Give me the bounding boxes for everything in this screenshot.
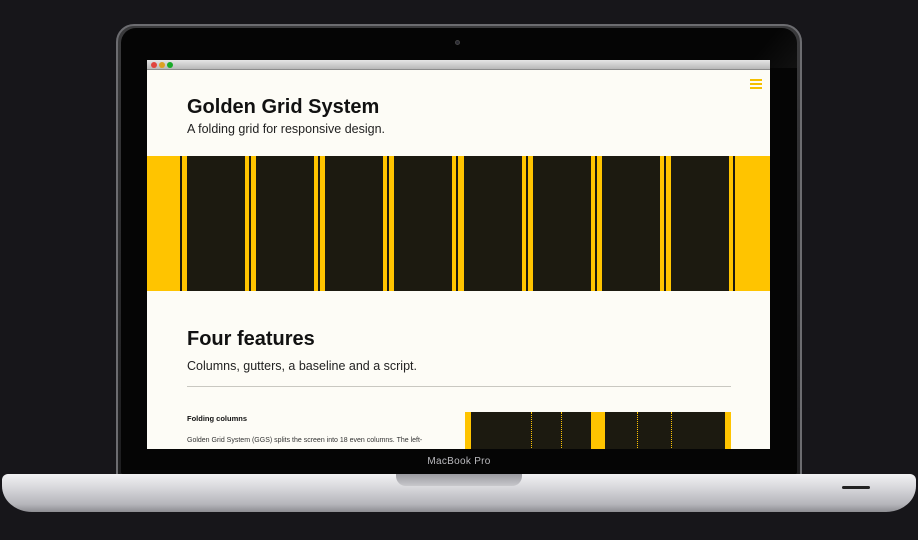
- grid-guide: [531, 412, 532, 449]
- features-heading: Four features: [187, 328, 315, 350]
- section-divider: [187, 386, 731, 387]
- site-tagline: A folding grid for responsive design.: [187, 122, 386, 136]
- grid-illustration: [147, 156, 770, 291]
- grid-column: [602, 156, 660, 291]
- zoom-window-button[interactable]: [167, 62, 173, 68]
- feature-text: Golden Grid System (GGS) splits the scre…: [187, 437, 423, 444]
- grid-rule: [456, 156, 458, 291]
- grid-column: [605, 412, 725, 449]
- grid-rule: [249, 156, 251, 291]
- grid-rule: [526, 156, 528, 291]
- grid-column: [187, 156, 245, 291]
- grid-rule: [733, 156, 735, 291]
- folding-columns-illustration: [465, 412, 731, 449]
- hamburger-menu-icon[interactable]: [750, 79, 762, 89]
- grid-column: [464, 156, 522, 291]
- grid-rule: [387, 156, 389, 291]
- sleep-indicator: [842, 486, 870, 489]
- grid-column: [394, 156, 452, 291]
- device-brand-label: MacBook Pro: [427, 456, 491, 467]
- browser-titlebar: [147, 60, 770, 70]
- site-title: Golden Grid System: [187, 96, 380, 118]
- grid-rule: [180, 156, 182, 291]
- grid-guide: [561, 412, 562, 449]
- grid-column: [256, 156, 314, 291]
- grid-column: [533, 156, 591, 291]
- grid-rule: [664, 156, 666, 291]
- grid-rule: [595, 156, 597, 291]
- lid-opening-notch: [396, 474, 522, 486]
- grid-rule: [318, 156, 320, 291]
- close-window-button[interactable]: [151, 62, 157, 68]
- browser-window: Golden Grid System A folding grid for re…: [147, 60, 770, 449]
- camera-icon: [455, 40, 460, 45]
- grid-guide: [671, 412, 672, 449]
- grid-column: [671, 156, 729, 291]
- features-lead: Columns, gutters, a baseline and a scrip…: [187, 359, 417, 373]
- grid-column: [325, 156, 383, 291]
- minimize-window-button[interactable]: [159, 62, 165, 68]
- feature-heading: Folding columns: [187, 414, 247, 423]
- grid-guide: [637, 412, 638, 449]
